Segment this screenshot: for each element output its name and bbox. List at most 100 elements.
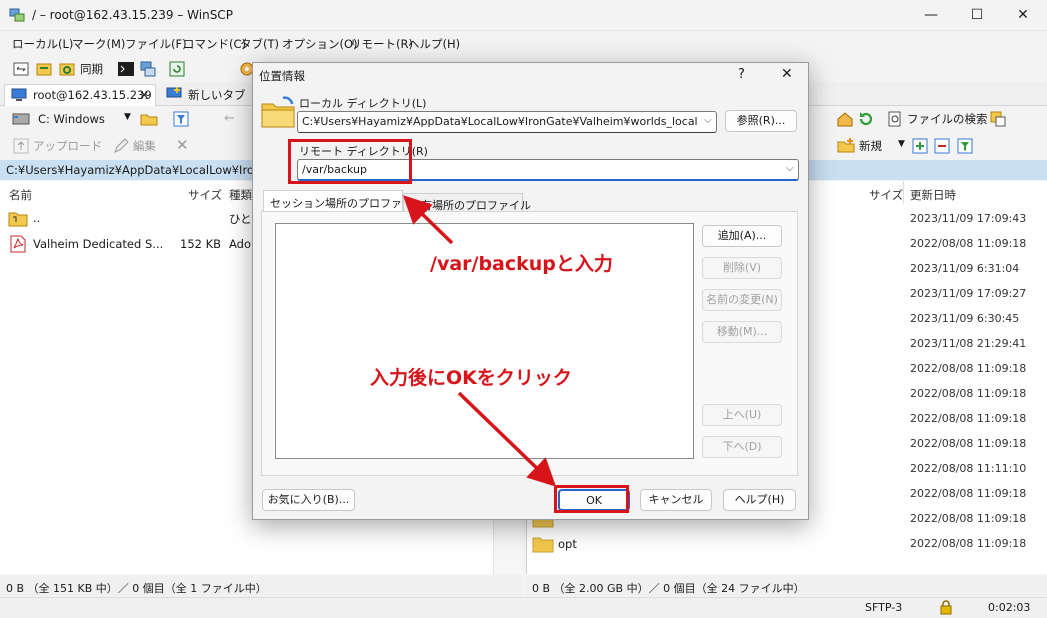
new-label[interactable]: 新規	[859, 138, 882, 154]
edit-label[interactable]: 編集	[133, 138, 156, 154]
move-down-button[interactable]: 下へ(D)	[702, 436, 782, 458]
filter-select-icon[interactable]	[956, 137, 974, 155]
local-folder-icon	[261, 96, 295, 128]
col-remote-modified[interactable]: 更新日時	[910, 187, 956, 203]
remote-modified-date: 2023/11/09 6:30:45	[910, 312, 1020, 325]
find-files-label[interactable]: ファイルの検索	[907, 111, 988, 127]
local-dir-label: ローカル ディレクトリ(L)	[299, 97, 427, 110]
menu-file[interactable]: ファイル(F)	[125, 36, 187, 52]
refresh-queue-icon[interactable]	[168, 60, 186, 78]
local-dir-dropdown-icon[interactable]: ⌵	[704, 115, 712, 126]
remote-extra-icon[interactable]	[989, 110, 1007, 128]
local-dir-value: C:¥Users¥Hayamiz¥AppData¥LocalLow¥IronGa…	[302, 115, 698, 128]
upload-icon[interactable]	[12, 137, 30, 155]
tab-session[interactable]: root@162.43.15.239 ✕	[4, 84, 156, 106]
remote-modified-date: 2022/08/08 11:09:18	[910, 387, 1027, 400]
tab-session-profiles[interactable]: セッション場所のプロファイル	[263, 190, 424, 212]
column-divider	[903, 181, 904, 204]
pdf-file-icon	[10, 235, 26, 253]
menu-command[interactable]: コマンド(C)	[183, 36, 246, 52]
location-dialog: 位置情報 ? ✕ ローカル ディレクトリ(L) C:¥Users¥Hayamiz…	[252, 62, 809, 520]
remote-modified-date: 2022/08/08 11:09:18	[910, 537, 1027, 550]
click-instruction: 入力後にOKをクリック	[370, 367, 572, 389]
file-name: Valheim Dedicated S...	[33, 237, 164, 251]
edit-icon[interactable]	[112, 137, 130, 155]
favorites-button[interactable]: お気に入り(B)...	[262, 489, 355, 511]
input-instruction: /var/backupと入力	[430, 253, 613, 275]
dialog-close-icon[interactable]: ✕	[781, 66, 793, 82]
home-icon[interactable]	[836, 110, 854, 128]
terminal-icon[interactable]	[117, 60, 135, 78]
protocol-indicator: SFTP-3	[865, 601, 903, 614]
session-time: 0:02:03	[988, 601, 1031, 614]
file-size: 152 KB	[180, 237, 222, 251]
local-dir-input[interactable]: C:¥Users¥Hayamiz¥AppData¥LocalLow¥IronGa…	[297, 111, 717, 133]
filter-icon[interactable]	[172, 110, 190, 128]
remote-modified-date: 2022/08/08 11:09:18	[910, 512, 1027, 525]
compare-icon[interactable]	[12, 60, 30, 78]
tab-session-label: root@162.43.15.239	[33, 88, 152, 102]
delete-icon[interactable]: ✕	[176, 136, 189, 154]
deselect-icon[interactable]	[933, 137, 951, 155]
new-dropdown-icon[interactable]: ▼	[898, 139, 905, 149]
winscp-app-icon	[9, 8, 25, 22]
col-size[interactable]: サイズ	[188, 187, 222, 203]
add-button[interactable]: 追加(A)...	[702, 225, 782, 247]
open-folder-icon[interactable]	[140, 110, 158, 128]
remote-dir-highlight	[288, 139, 412, 184]
menu-remote[interactable]: リモート(R)	[350, 36, 413, 52]
move-up-button[interactable]: 上へ(U)	[702, 404, 782, 426]
menu-help[interactable]: ヘルプ(H)	[408, 36, 460, 52]
folder-icon	[532, 537, 554, 553]
drive-dropdown-icon[interactable]: ▼	[124, 112, 131, 122]
dialog-help-icon[interactable]: ?	[738, 67, 745, 82]
browse-button[interactable]: 参照(R)...	[725, 110, 797, 132]
delete-button[interactable]: 削除(V)	[702, 257, 782, 279]
monitor-icon	[11, 88, 27, 101]
menu-mark[interactable]: マーク(M)	[72, 36, 125, 52]
dialog-title: 位置情報	[259, 69, 305, 83]
rename-button[interactable]: 名前の変更(N)	[702, 289, 782, 311]
move-button[interactable]: 移動(M)...	[702, 321, 782, 343]
putty-icon[interactable]	[139, 60, 157, 78]
remote-modified-date: 2022/08/08 11:09:18	[910, 237, 1027, 250]
title-bar: / – root@162.43.15.239 – WinSCP — ☐ ✕	[0, 0, 1047, 31]
refresh-icon[interactable]	[857, 110, 875, 128]
new-tab-icon	[166, 87, 182, 98]
minimize-button[interactable]: —	[908, 0, 954, 31]
close-window-button[interactable]: ✕	[1000, 0, 1046, 31]
back-icon[interactable]: ←	[224, 111, 235, 126]
tab-new[interactable]: 新しいタブ	[160, 84, 250, 106]
remote-modified-date: 2023/11/08 21:29:41	[910, 337, 1027, 350]
close-tab-icon[interactable]: ✕	[139, 88, 149, 102]
select-all-icon[interactable]	[911, 137, 929, 155]
local-drive-select[interactable]: C: Windows	[38, 112, 105, 126]
col-remote-size[interactable]: サイズ	[869, 187, 903, 203]
col-type[interactable]: 種類	[229, 187, 252, 203]
remote-modified-date: 2022/08/08 11:09:18	[910, 437, 1027, 450]
lock-icon	[940, 600, 952, 615]
cancel-button[interactable]: キャンセル	[640, 489, 712, 511]
remote-modified-date: 2023/11/09 6:31:04	[910, 262, 1020, 275]
remote-modified-date: 2022/08/08 11:11:10	[910, 462, 1027, 475]
remote-modified-date: 2023/11/09 17:09:27	[910, 287, 1027, 300]
tab-shared-profiles[interactable]: 共有場所のプロファイル	[403, 193, 531, 212]
col-name[interactable]: 名前	[9, 187, 32, 203]
sync-label[interactable]: 同期	[80, 61, 103, 77]
remote-status: 0 B （全 2.00 GB 中）／ 0 個目（全 24 ファイル中）	[526, 576, 1047, 596]
new-folder-icon[interactable]	[837, 137, 855, 155]
remote-modified-date: 2023/11/09 17:09:43	[910, 212, 1027, 225]
help-button[interactable]: ヘルプ(H)	[723, 489, 796, 511]
ok-button-highlight	[554, 485, 629, 513]
sync-icon[interactable]	[58, 60, 76, 78]
tab-new-label: 新しいタブ	[188, 88, 246, 102]
remote-dir-dropdown-icon[interactable]: ⌵	[786, 163, 794, 174]
menu-tab[interactable]: タブ(T)	[240, 36, 279, 52]
find-files-icon[interactable]	[886, 110, 904, 128]
synchronize-browse-icon[interactable]	[35, 60, 53, 78]
tab-session-profiles-label: セッション場所のプロファイル	[270, 197, 424, 210]
menu-local[interactable]: ローカル(L)	[12, 36, 73, 52]
upload-label[interactable]: アップロード	[33, 138, 102, 154]
maximize-button[interactable]: ☐	[954, 0, 1000, 31]
menu-options[interactable]: オプション(O)	[282, 36, 358, 52]
